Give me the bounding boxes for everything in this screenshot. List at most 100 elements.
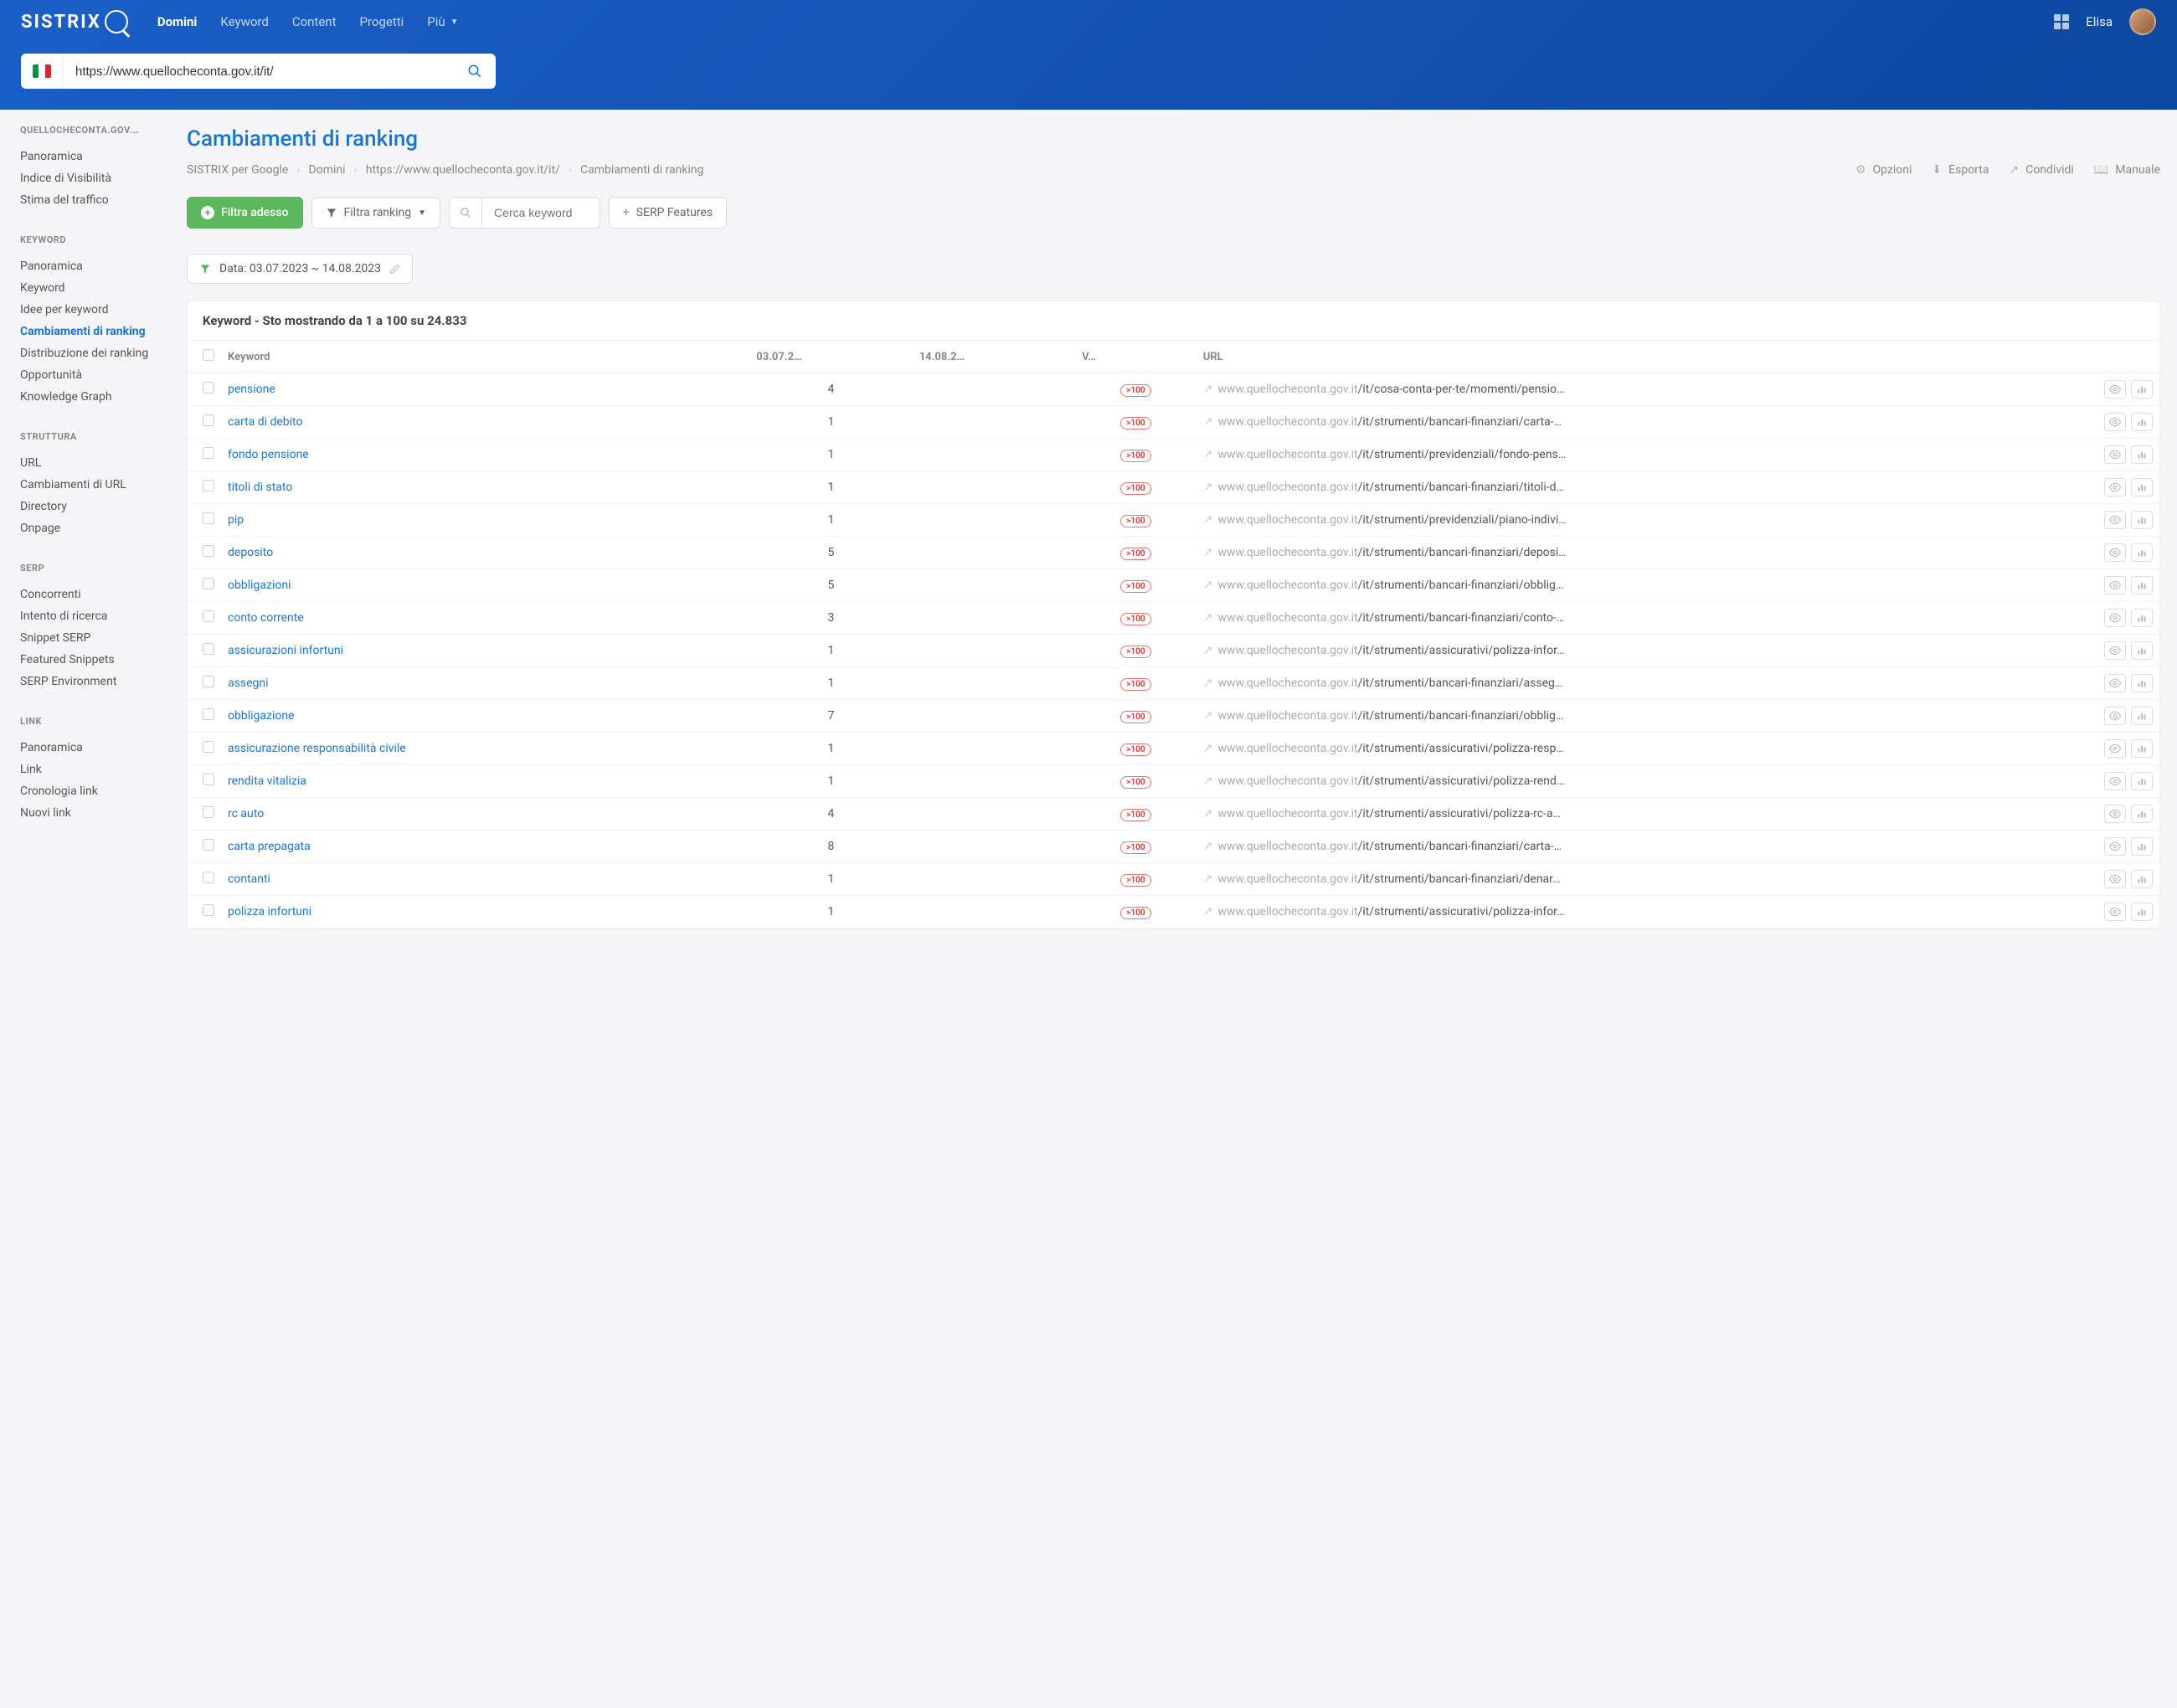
breadcrumb-item[interactable]: Cambiamenti di ranking	[580, 163, 703, 177]
page-action-manuale[interactable]: 📖Manuale	[2094, 163, 2160, 177]
row-checkbox[interactable]	[203, 741, 214, 753]
search-icon[interactable]	[450, 198, 482, 228]
url-cell[interactable]: ↗www.quellocheconta.gov.it/it/strumenti/…	[1197, 439, 2097, 471]
url-cell[interactable]: ↗www.quellocheconta.gov.it/it/strumenti/…	[1197, 667, 2097, 700]
sidebar-item[interactable]: Knowledge Graph	[20, 386, 166, 408]
row-checkbox[interactable]	[203, 643, 214, 655]
chart-button[interactable]	[2131, 511, 2153, 529]
view-button[interactable]	[2104, 870, 2126, 888]
url-cell[interactable]: ↗www.quellocheconta.gov.it/it/strumenti/…	[1197, 406, 2097, 439]
row-checkbox[interactable]	[203, 806, 214, 818]
sidebar-item[interactable]: Directory	[20, 496, 166, 517]
row-checkbox[interactable]	[203, 839, 214, 851]
keyword-link[interactable]: carta prepagata	[228, 840, 311, 853]
chart-button[interactable]	[2131, 903, 2153, 921]
nav-item-più[interactable]: Più▼	[427, 14, 458, 29]
row-checkbox[interactable]	[203, 774, 214, 785]
row-checkbox[interactable]	[203, 414, 214, 426]
breadcrumb-item[interactable]: https://www.quellocheconta.gov.it/it/	[366, 163, 560, 177]
row-checkbox[interactable]	[203, 872, 214, 883]
chart-button[interactable]	[2131, 380, 2153, 399]
nav-item-domini[interactable]: Domini	[157, 14, 198, 29]
country-selector[interactable]	[21, 54, 64, 89]
url-cell[interactable]: ↗www.quellocheconta.gov.it/it/strumenti/…	[1197, 831, 2097, 863]
url-cell[interactable]: ↗www.quellocheconta.gov.it/it/strumenti/…	[1197, 504, 2097, 537]
keyword-link[interactable]: pip	[228, 513, 244, 527]
sidebar-item[interactable]: Nuovi link	[20, 802, 166, 824]
serp-features-button[interactable]: + SERP Features	[609, 197, 727, 229]
view-button[interactable]	[2104, 805, 2126, 823]
view-button[interactable]	[2104, 380, 2126, 399]
keyword-link[interactable]: polizza infortuni	[228, 905, 311, 918]
keyword-link[interactable]: fondo pensione	[228, 448, 309, 461]
keyword-search-input[interactable]	[482, 206, 600, 219]
sidebar-item[interactable]: Distribuzione dei ranking	[20, 342, 166, 364]
url-cell[interactable]: ↗www.quellocheconta.gov.it/it/strumenti/…	[1197, 569, 2097, 602]
chart-button[interactable]	[2131, 609, 2153, 627]
sidebar-item[interactable]: Concorrenti	[20, 584, 166, 605]
row-checkbox[interactable]	[203, 512, 214, 524]
page-action-esporta[interactable]: ⬇Esporta	[1932, 163, 1989, 177]
sidebar-item[interactable]: URL	[20, 452, 166, 474]
chart-button[interactable]	[2131, 478, 2153, 496]
sidebar-item[interactable]: Onpage	[20, 517, 166, 539]
sidebar-item[interactable]: Intento di ricerca	[20, 605, 166, 627]
sidebar-item[interactable]: Keyword	[20, 277, 166, 299]
page-action-opzioni[interactable]: ⚙Opzioni	[1855, 163, 1912, 177]
column-header[interactable]: 03.07.2…	[749, 341, 912, 373]
chart-button[interactable]	[2131, 641, 2153, 660]
url-cell[interactable]: ↗www.quellocheconta.gov.it/it/strumenti/…	[1197, 863, 2097, 896]
keyword-link[interactable]: deposito	[228, 546, 273, 559]
filter-now-button[interactable]: + Filtra adesso	[187, 197, 303, 229]
view-button[interactable]	[2104, 609, 2126, 627]
chart-button[interactable]	[2131, 576, 2153, 594]
row-checkbox[interactable]	[203, 382, 214, 394]
column-header[interactable]: V…	[1075, 341, 1197, 373]
keyword-link[interactable]: carta di debito	[228, 415, 302, 429]
row-checkbox[interactable]	[203, 708, 214, 720]
view-button[interactable]	[2104, 576, 2126, 594]
chart-button[interactable]	[2131, 707, 2153, 725]
date-filter[interactable]: Data: 03.07.2023 ~ 14.08.2023	[187, 254, 413, 284]
chart-button[interactable]	[2131, 805, 2153, 823]
url-cell[interactable]: ↗www.quellocheconta.gov.it/it/strumenti/…	[1197, 602, 2097, 635]
url-cell[interactable]: ↗www.quellocheconta.gov.it/it/strumenti/…	[1197, 700, 2097, 733]
row-checkbox[interactable]	[203, 447, 214, 459]
sidebar-item[interactable]: Snippet SERP	[20, 627, 166, 649]
keyword-link[interactable]: assicurazione responsabilità civile	[228, 742, 406, 755]
sidebar-item[interactable]: Featured Snippets	[20, 649, 166, 671]
view-button[interactable]	[2104, 511, 2126, 529]
chart-button[interactable]	[2131, 870, 2153, 888]
keyword-link[interactable]: obbligazioni	[228, 579, 291, 592]
sidebar-item[interactable]: Idee per keyword	[20, 299, 166, 321]
column-header[interactable]: Keyword	[221, 341, 749, 373]
chart-button[interactable]	[2131, 739, 2153, 758]
breadcrumb-item[interactable]: Domini	[309, 163, 346, 177]
nav-item-keyword[interactable]: Keyword	[220, 14, 268, 29]
row-checkbox[interactable]	[203, 578, 214, 589]
sidebar-item[interactable]: Stima del traffico	[20, 189, 166, 211]
sidebar-item[interactable]: Cronologia link	[20, 780, 166, 802]
url-cell[interactable]: ↗www.quellocheconta.gov.it/it/strumenti/…	[1197, 896, 2097, 929]
keyword-link[interactable]: conto corrente	[228, 611, 304, 625]
sidebar-item[interactable]: SERP Environment	[20, 671, 166, 692]
view-button[interactable]	[2104, 478, 2126, 496]
keyword-link[interactable]: pensione	[228, 383, 275, 396]
url-cell[interactable]: ↗www.quellocheconta.gov.it/it/strumenti/…	[1197, 635, 2097, 667]
sidebar-item[interactable]: Cambiamenti di URL	[20, 474, 166, 496]
keyword-link[interactable]: obbligazione	[228, 709, 294, 723]
sidebar-item[interactable]: Link	[20, 759, 166, 780]
keyword-link[interactable]: assicurazioni infortuni	[228, 644, 343, 657]
chart-button[interactable]	[2131, 772, 2153, 790]
row-checkbox[interactable]	[203, 480, 214, 491]
select-all-checkbox[interactable]	[203, 349, 214, 361]
nav-item-content[interactable]: Content	[292, 14, 337, 29]
sidebar-item[interactable]: Panoramica	[20, 737, 166, 759]
url-cell[interactable]: ↗www.quellocheconta.gov.it/it/strumenti/…	[1197, 765, 2097, 798]
logo[interactable]: SISTRIX	[21, 10, 128, 33]
view-button[interactable]	[2104, 837, 2126, 856]
keyword-link[interactable]: contanti	[228, 872, 270, 886]
view-button[interactable]	[2104, 413, 2126, 431]
view-button[interactable]	[2104, 772, 2126, 790]
row-checkbox[interactable]	[203, 610, 214, 622]
